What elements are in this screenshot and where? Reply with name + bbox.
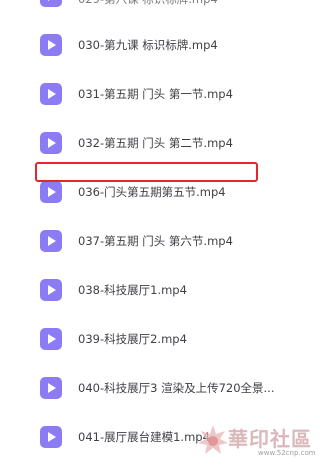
video-file-icon xyxy=(40,0,62,7)
file-name: 038-科技展厅1.mp4 xyxy=(78,283,187,297)
file-name: 031-第五期 门头 第一节.mp4 xyxy=(78,87,233,101)
watermark: 華印社區 www.52cnp.com xyxy=(192,421,316,461)
file-name: 040-科技展厅3 渲染及上传720全景... xyxy=(78,381,275,395)
video-file-icon xyxy=(40,132,62,154)
file-list: 029-第八课 标识标牌.mp4 030-第九课 标识标牌.mp4 031-第五… xyxy=(0,0,318,462)
video-file-icon xyxy=(40,230,62,252)
file-row[interactable]: 037-第五期 门头 第六节.mp4 xyxy=(0,217,318,266)
file-name: 036-门头第五期第五节.mp4 xyxy=(78,185,226,199)
file-row[interactable]: 032-第五期 门头 第二节.mp4 xyxy=(0,119,318,168)
video-file-icon xyxy=(40,83,62,105)
file-row[interactable]: 038-科技展厅1.mp4 xyxy=(0,266,318,315)
video-file-icon xyxy=(40,377,62,399)
video-file-icon xyxy=(40,426,62,448)
file-name: 037-第五期 门头 第六节.mp4 xyxy=(78,234,233,248)
highlight-box xyxy=(35,162,258,182)
watermark-url: www.52cnp.com xyxy=(258,449,316,457)
file-row[interactable]: 040-科技展厅3 渲染及上传720全景... xyxy=(0,364,318,413)
watermark-text: 華印社區 xyxy=(228,427,312,451)
file-name: 030-第九课 标识标牌.mp4 xyxy=(78,38,218,52)
file-row[interactable]: 029-第八课 标识标牌.mp4 xyxy=(0,0,318,21)
video-file-icon xyxy=(40,328,62,350)
video-file-icon xyxy=(40,181,62,203)
file-row[interactable]: 039-科技展厅2.mp4 xyxy=(0,315,318,364)
file-name: 032-第五期 门头 第二节.mp4 xyxy=(78,136,233,150)
file-row[interactable]: 030-第九课 标识标牌.mp4 xyxy=(0,21,318,70)
file-name: 039-科技展厅2.mp4 xyxy=(78,332,187,346)
video-file-icon xyxy=(40,34,62,56)
file-name: 029-第八课 标识标牌.mp4 xyxy=(78,0,293,9)
file-row[interactable]: 031-第五期 门头 第一节.mp4 xyxy=(0,70,318,119)
video-file-icon xyxy=(40,279,62,301)
seal-logo-icon xyxy=(196,423,230,457)
